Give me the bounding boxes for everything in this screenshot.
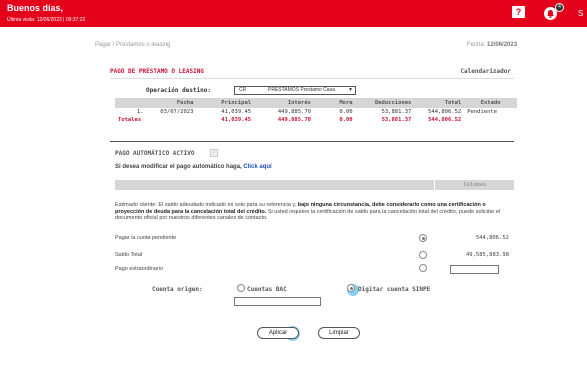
last-visit: Última visita: 12/06/2023 | 09:37:22 bbox=[7, 17, 86, 23]
operation-select[interactable]: CR PRESTAMOS Prestamo Casa ▼ bbox=[234, 86, 356, 95]
option-radio-saldo[interactable] bbox=[419, 251, 427, 259]
origin-option-sinpe: Digitar cuenta SINPE bbox=[358, 286, 431, 293]
row-num: 1. bbox=[136, 109, 144, 115]
header-principal: Principal bbox=[196, 98, 255, 108]
totals-label: Totales bbox=[118, 117, 142, 123]
header-interes: Interés bbox=[254, 98, 314, 108]
notice-part-1: Estimado cliente: El saldo adeudado indi… bbox=[115, 202, 297, 208]
loan-payment-panel: PAGO DE PRÉSTAMO O LEASING Calendarizado… bbox=[107, 60, 517, 347]
totals-row: Totales 41,039.45 449,885.70 0.00 53,881… bbox=[115, 116, 517, 124]
calendar-link[interactable]: Calendarizador bbox=[460, 68, 511, 75]
row-mora: 0.00 bbox=[339, 109, 353, 115]
totals-interes: 449,885.70 bbox=[277, 117, 311, 123]
origin-radio-sinpe[interactable] bbox=[347, 284, 355, 292]
help-icon[interactable]: ? bbox=[512, 6, 525, 18]
totals-principal: 41,039.45 bbox=[221, 117, 252, 123]
row-deducciones: 53,881.37 bbox=[381, 109, 412, 115]
header-fecha: Fecha bbox=[146, 98, 197, 108]
totals-deducciones: 53,881.37 bbox=[381, 117, 412, 123]
section-divider bbox=[110, 141, 514, 142]
row-interes: 449,885.70 bbox=[277, 109, 311, 115]
totals-estado bbox=[464, 116, 517, 124]
modify-text: Si desea modificar el pago automático ha… bbox=[115, 164, 242, 170]
header-deducciones: Deducciones bbox=[355, 98, 415, 108]
header-num bbox=[115, 98, 147, 108]
operation-label: Operación destino: bbox=[146, 87, 212, 94]
header-total: Total bbox=[414, 98, 465, 108]
date-value: 12/06/2023 bbox=[487, 42, 518, 48]
greeting: Buenos días, bbox=[7, 3, 64, 13]
title-divider bbox=[110, 78, 514, 79]
option-radio-extra[interactable] bbox=[419, 264, 427, 272]
loan-table: Fecha Principal Interés Mora Deducciones… bbox=[115, 98, 517, 124]
notification-badge: 4 bbox=[555, 3, 564, 12]
breadcrumb[interactable]: Pagar / Préstamos o leasing bbox=[95, 42, 170, 48]
extra-amount-input[interactable] bbox=[450, 265, 499, 274]
operation-code: CR bbox=[239, 87, 247, 93]
header-mora: Mora bbox=[314, 98, 356, 108]
origin-radio-bac[interactable] bbox=[237, 284, 245, 292]
operation-name: PRESTAMOS Prestamo Casa bbox=[268, 87, 335, 93]
totals-total: 544,806.52 bbox=[428, 117, 462, 123]
totals-mora: 0.00 bbox=[339, 117, 353, 123]
page-title: PAGO DE PRÉSTAMO O LEASING bbox=[110, 68, 204, 75]
row-total: 544,806.52 bbox=[428, 109, 462, 115]
colones-header: Colones bbox=[434, 180, 515, 190]
option-label-cuota: Pagar la cuota pendiente bbox=[115, 235, 177, 241]
option-label-extra: Pago extraordinario bbox=[115, 266, 164, 272]
option-amount-cuota: 544,806.52 bbox=[475, 235, 509, 241]
origin-label: Cuenta origen: bbox=[152, 286, 203, 293]
sinpe-account-input[interactable] bbox=[234, 297, 321, 306]
option-amount-saldo: 49,585,883.98 bbox=[465, 252, 509, 258]
header-estado: Estado bbox=[464, 98, 517, 108]
date-label: Fecha: bbox=[467, 42, 486, 48]
modify-auto-payment: Si desea modificar el pago automático ha… bbox=[115, 164, 272, 170]
row-principal: 41,039.45 bbox=[221, 109, 252, 115]
modify-link[interactable]: Click aquí bbox=[243, 164, 271, 170]
auto-payment-label: PAGO AUTOMÁTICO ACTIVO bbox=[115, 150, 195, 157]
table-header-row: Fecha Principal Interés Mora Deducciones… bbox=[115, 98, 517, 108]
origin-option-bac: Cuentas BAC bbox=[247, 286, 287, 293]
clear-button[interactable]: Limpiar bbox=[318, 327, 360, 339]
user-menu[interactable]: S bbox=[578, 9, 583, 18]
totals-empty bbox=[147, 116, 197, 124]
date-display: Fecha: 12/06/2023 bbox=[467, 42, 517, 48]
top-bar: Buenos días, Última visita: 12/06/2023 |… bbox=[0, 0, 587, 27]
chevron-down-icon: ▼ bbox=[348, 87, 353, 93]
auto-payment-checkbox: ✓ bbox=[210, 149, 218, 157]
option-radio-cuota[interactable] bbox=[419, 234, 427, 242]
table-row: 1. 03/07/2023 41,039.45 449,885.70 0.00 … bbox=[115, 108, 517, 116]
option-label-saldo: Saldo Total bbox=[115, 252, 143, 258]
row-fecha: 03/07/2023 bbox=[160, 109, 194, 115]
row-estado: Pendiente bbox=[467, 109, 498, 115]
apply-button[interactable]: Aplicar bbox=[257, 327, 299, 339]
balance-notice: Estimado cliente: El saldo adeudado indi… bbox=[115, 202, 514, 222]
